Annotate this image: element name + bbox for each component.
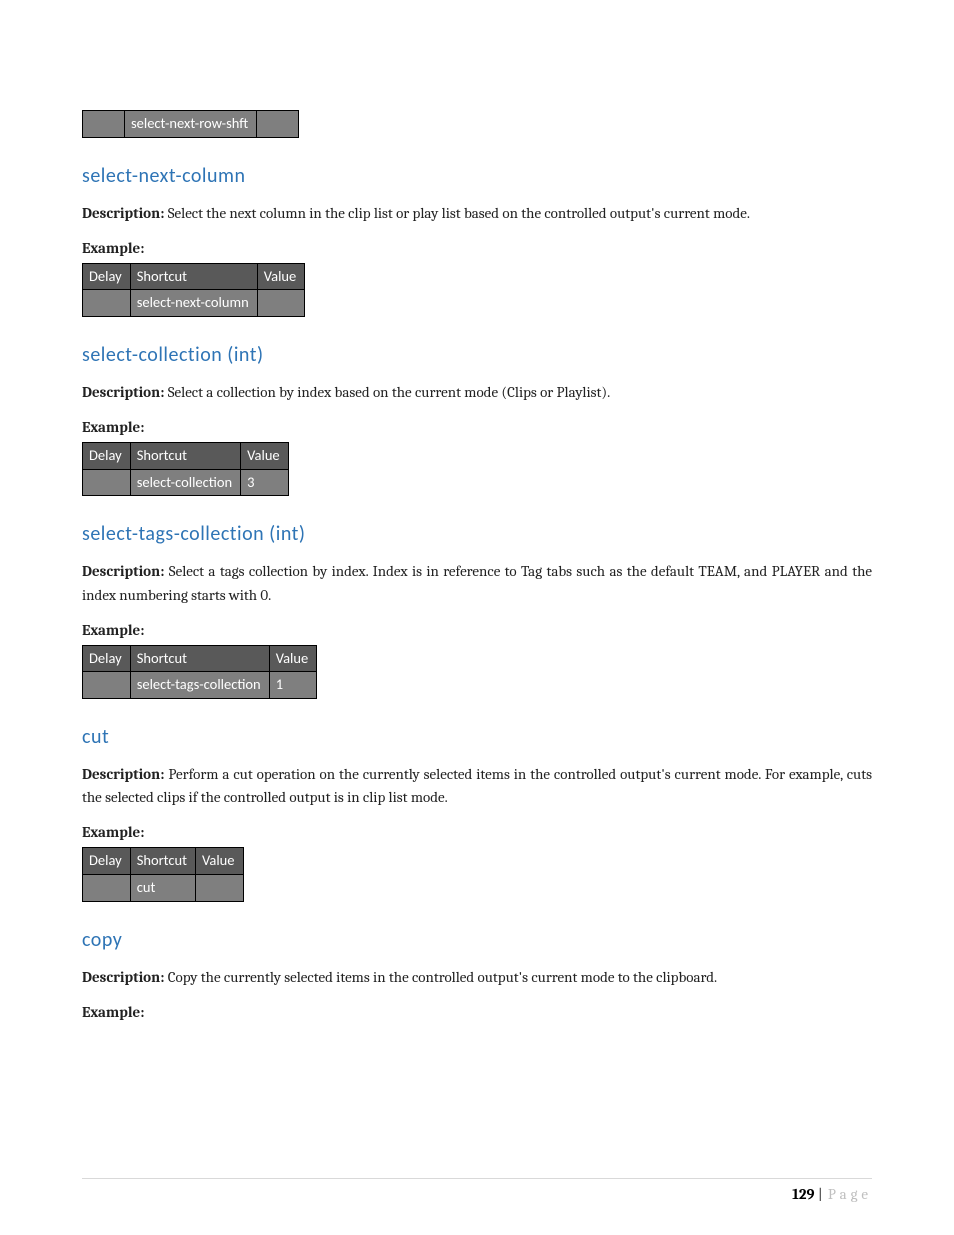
page-footer: 129 | Page	[82, 1178, 872, 1203]
value-cell: 3	[241, 469, 289, 496]
example-label: Example:	[82, 621, 872, 639]
value-cell: 1	[269, 672, 317, 699]
section-heading: cut	[82, 725, 872, 749]
description-label: Description:	[82, 204, 164, 222]
header-shortcut: Shortcut	[130, 848, 195, 875]
header-delay: Delay	[83, 848, 131, 875]
header-value: Value	[269, 645, 317, 672]
table-row: cut	[83, 875, 244, 902]
description-text: Perform a cut operation on the currently…	[82, 765, 872, 806]
example-label: Example:	[82, 239, 872, 257]
header-value: Value	[195, 848, 243, 875]
header-delay: Delay	[83, 443, 131, 470]
description-label: Description:	[82, 562, 164, 580]
shortcut-table: Delay Shortcut Value select-next-column	[82, 263, 305, 317]
description-paragraph: Description: Select a tags collection by…	[82, 560, 872, 607]
section-heading: select-next-column	[82, 164, 872, 188]
header-delay: Delay	[83, 263, 131, 290]
page-number: 129	[792, 1185, 815, 1203]
orphan-shortcut-table: select-next-row-shft	[82, 110, 299, 138]
example-label: Example:	[82, 1003, 872, 1021]
header-shortcut: Shortcut	[130, 263, 257, 290]
shortcut-cell: select-next-row-shft	[125, 111, 257, 138]
example-label: Example:	[82, 823, 872, 841]
description-paragraph: Description: Select a collection by inde…	[82, 381, 872, 404]
description-paragraph: Description: Perform a cut operation on …	[82, 763, 872, 810]
delay-cell	[83, 875, 131, 902]
value-cell	[195, 875, 243, 902]
description-text: Select a tags collection by index. Index…	[82, 562, 872, 603]
shortcut-table: Delay Shortcut Value select-tags-collect…	[82, 645, 317, 699]
description-paragraph: Description: Select the next column in t…	[82, 202, 872, 225]
delay-cell	[83, 672, 131, 699]
description-text: Select a collection by index based on th…	[168, 383, 610, 401]
description-label: Description:	[82, 765, 164, 783]
header-value: Value	[241, 443, 289, 470]
header-value: Value	[257, 263, 305, 290]
table-header-row: Delay Shortcut Value	[83, 263, 305, 290]
value-cell	[257, 111, 299, 138]
shortcut-cell: select-next-column	[130, 290, 257, 317]
value-cell	[257, 290, 305, 317]
description-paragraph: Description: Copy the currently selected…	[82, 966, 872, 989]
table-header-row: Delay Shortcut Value	[83, 645, 317, 672]
header-shortcut: Shortcut	[130, 443, 240, 470]
table-row: select-next-column	[83, 290, 305, 317]
description-label: Description:	[82, 968, 164, 986]
table-row: select-collection 3	[83, 469, 289, 496]
delay-cell	[83, 111, 125, 138]
description-text: Copy the currently selected items in the…	[168, 968, 717, 986]
delay-cell	[83, 469, 131, 496]
table-row: select-next-row-shft	[83, 111, 299, 138]
shortcut-table: Delay Shortcut Value select-collection 3	[82, 442, 289, 496]
shortcut-table: Delay Shortcut Value cut	[82, 847, 244, 901]
table-header-row: Delay Shortcut Value	[83, 443, 289, 470]
page-label: Page	[828, 1185, 872, 1203]
shortcut-cell: select-collection	[130, 469, 240, 496]
section-heading: select-tags-collection (int)	[82, 522, 872, 546]
description-text: Select the next column in the clip list …	[168, 204, 750, 222]
delay-cell	[83, 290, 131, 317]
shortcut-cell: cut	[130, 875, 195, 902]
header-shortcut: Shortcut	[130, 645, 269, 672]
description-label: Description:	[82, 383, 164, 401]
table-row: select-tags-collection 1	[83, 672, 317, 699]
example-label: Example:	[82, 418, 872, 436]
page-separator: |	[815, 1185, 826, 1203]
table-header-row: Delay Shortcut Value	[83, 848, 244, 875]
header-delay: Delay	[83, 645, 131, 672]
section-heading: select-collection (int)	[82, 343, 872, 367]
section-heading: copy	[82, 928, 872, 952]
shortcut-cell: select-tags-collection	[130, 672, 269, 699]
